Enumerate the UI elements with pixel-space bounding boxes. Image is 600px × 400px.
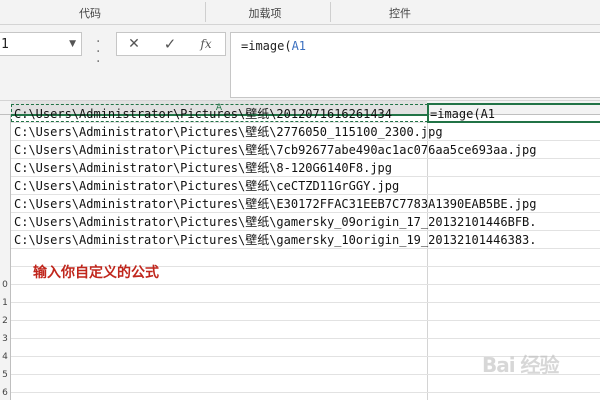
watermark: Bai 经验 bbox=[474, 343, 598, 383]
name-box-value: 1 bbox=[1, 37, 9, 52]
row-divider bbox=[11, 392, 600, 393]
row-header[interactable]: 6 bbox=[0, 388, 10, 398]
formula-reference: A1 bbox=[291, 39, 307, 53]
ribbon-group-bar: 代码 加载项 控件 bbox=[0, 0, 600, 25]
row-divider bbox=[11, 338, 600, 339]
row-divider bbox=[11, 320, 600, 321]
cell-b1-edit[interactable]: =image(A1 bbox=[430, 105, 495, 123]
cell-a3[interactable]: C:\Users\Administrator\Pictures\壁纸\7cb92… bbox=[14, 141, 537, 159]
formula-bar: 1 ▼ · · · ✕ ✓ fx =image(A1 bbox=[0, 25, 600, 100]
chevron-down-icon[interactable]: ▼ bbox=[69, 39, 76, 49]
cell-a8[interactable]: C:\Users\Administrator\Pictures\壁纸\gamer… bbox=[14, 231, 596, 249]
row-divider bbox=[11, 302, 600, 303]
name-box[interactable]: 1 ▼ bbox=[0, 32, 82, 56]
ribbon-divider bbox=[205, 2, 206, 22]
cell-a6[interactable]: C:\Users\Administrator\Pictures\壁纸\E3017… bbox=[14, 195, 537, 213]
insert-function-icon[interactable]: fx bbox=[189, 33, 223, 55]
row-header[interactable]: 0 bbox=[0, 280, 10, 290]
cell-a7[interactable]: C:\Users\Administrator\Pictures\壁纸\gamer… bbox=[14, 213, 596, 231]
copy-selection-marquee bbox=[11, 104, 428, 122]
cell-a4[interactable]: C:\Users\Administrator\Pictures\壁纸\8-120… bbox=[14, 159, 392, 177]
more-options-icon[interactable]: · · · bbox=[96, 35, 100, 69]
row-header[interactable]: 2 bbox=[0, 316, 10, 326]
enter-icon[interactable]: ✓ bbox=[153, 33, 187, 55]
ribbon-group-code[interactable]: 代码 bbox=[40, 0, 140, 24]
formula-text: =image(A1 bbox=[241, 39, 307, 53]
formula-input[interactable]: =image(A1 bbox=[230, 32, 600, 98]
formula-buttons: ✕ ✓ fx bbox=[116, 32, 226, 56]
row-header[interactable]: 3 bbox=[0, 334, 10, 344]
annotation-text: 输入你自定义的公式 bbox=[33, 265, 159, 281]
ribbon-group-addins[interactable]: 加载项 bbox=[215, 0, 315, 24]
cell-a2[interactable]: C:\Users\Administrator\Pictures\壁纸\27760… bbox=[14, 123, 443, 141]
watermark-logo: Bai 经验 bbox=[482, 353, 560, 377]
ribbon-divider bbox=[330, 2, 331, 22]
row-header[interactable]: 5 bbox=[0, 370, 10, 380]
cancel-icon[interactable]: ✕ bbox=[117, 33, 151, 55]
row-header[interactable]: 4 bbox=[0, 352, 10, 362]
ribbon-group-controls[interactable]: 控件 bbox=[345, 0, 455, 24]
cell-a5[interactable]: C:\Users\Administrator\Pictures\壁纸\ceCTZ… bbox=[14, 177, 399, 195]
row-header-column: 0 1 2 3 4 5 6 bbox=[0, 115, 11, 400]
row-divider bbox=[11, 284, 600, 285]
select-all-corner[interactable] bbox=[0, 101, 11, 115]
row-header[interactable]: 1 bbox=[0, 298, 10, 308]
